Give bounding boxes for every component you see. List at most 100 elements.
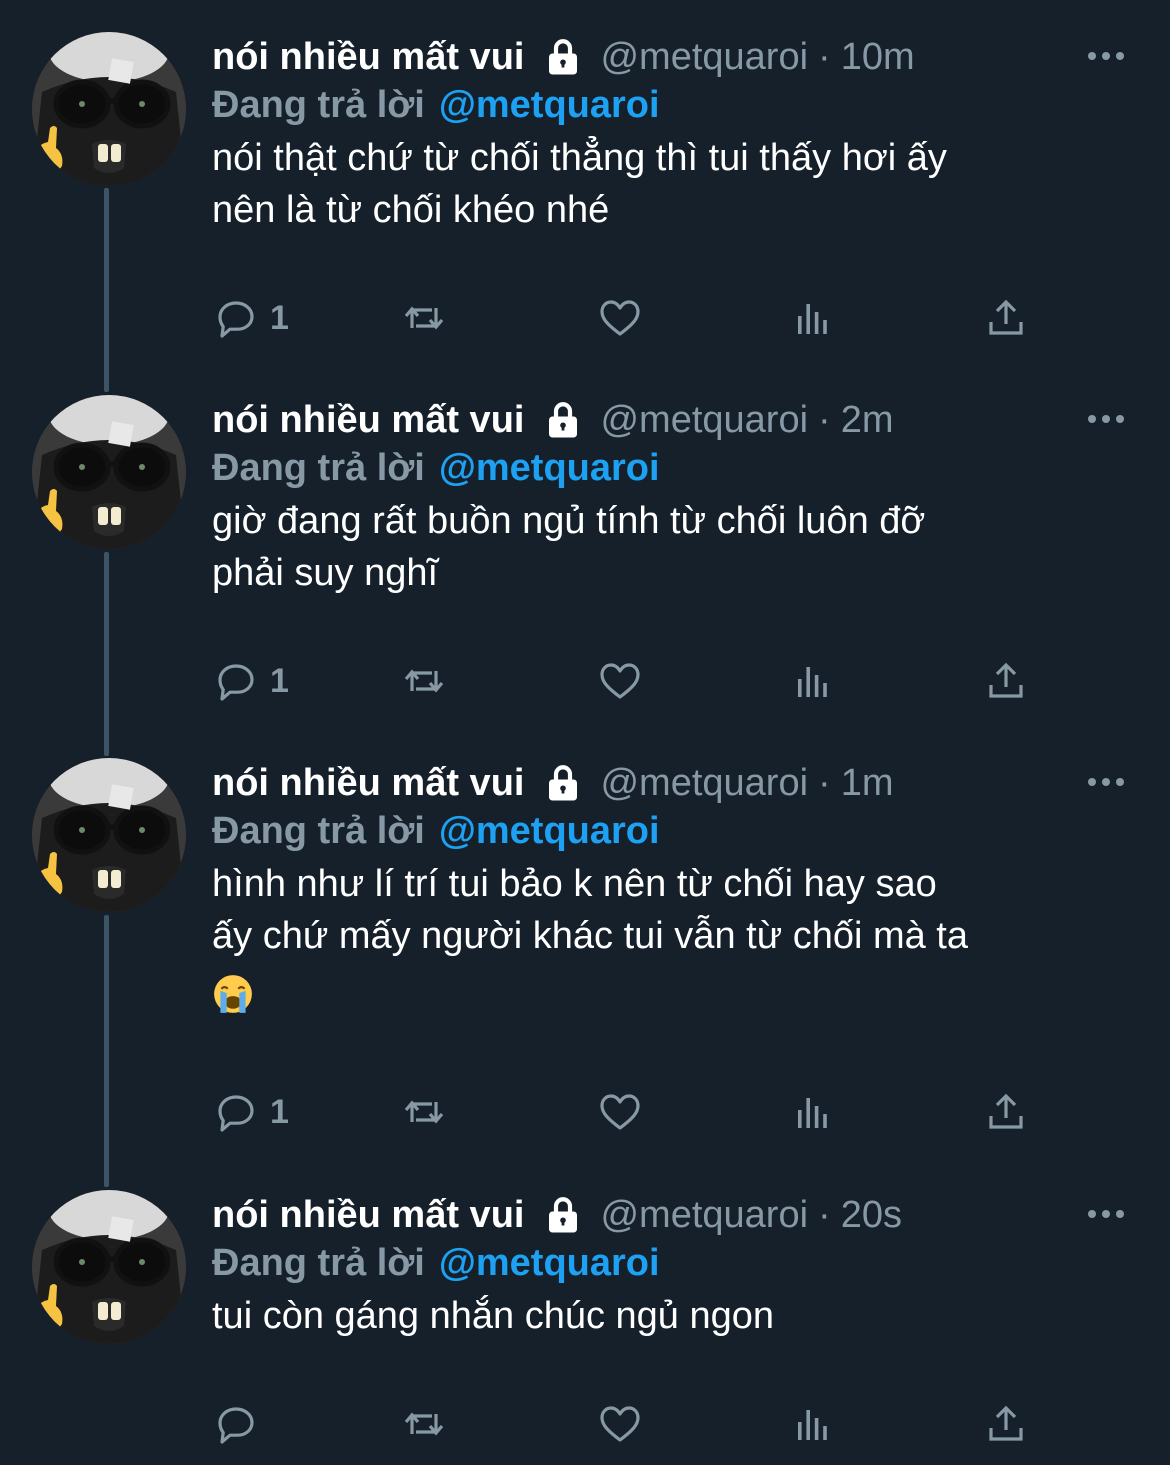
separator-dot: · [818, 398, 831, 441]
like-icon [596, 294, 644, 342]
tweet[interactable]: nói nhiều mất vui @metquaroi · 20s Đang trả … [0, 1190, 1170, 1456]
analytics-button[interactable] [788, 653, 836, 709]
tweet[interactable]: nói nhiều mất vui @metquaroi · 2m Đang trả l… [0, 395, 1170, 713]
display-name[interactable]: nói nhiều mất vui [212, 36, 524, 79]
tweet-text-line: phải suy nghĩ [212, 552, 439, 594]
tweet-actions [212, 1396, 1052, 1452]
reply-button[interactable] [212, 1396, 270, 1452]
share-button[interactable] [982, 290, 1030, 346]
tweet-text-line: giờ đang rất buồn ngủ tính từ chối luôn … [212, 500, 926, 542]
like-button[interactable] [596, 1084, 644, 1140]
lock-icon [542, 36, 584, 78]
analytics-button[interactable] [788, 1396, 836, 1452]
tweet-header: nói nhiều mất vui @metquaroi · 20s [212, 1190, 902, 1240]
tweet-actions: 1 [212, 653, 1052, 709]
analytics-button[interactable] [788, 290, 836, 346]
tweet[interactable]: nói nhiều mất vui @metquaroi · 10m Đang trả … [0, 32, 1170, 350]
replying-to: Đang trả lời @metquaroi [212, 806, 660, 856]
analytics-icon [788, 1088, 836, 1136]
tweet-header: nói nhiều mất vui @metquaroi · 2m [212, 395, 893, 445]
separator-dot: · [818, 1193, 831, 1236]
user-handle[interactable]: @metquaroi [600, 399, 808, 442]
reply-icon [212, 657, 260, 705]
share-icon [982, 294, 1030, 342]
tweet[interactable]: nói nhiều mất vui @metquaroi · 1m Đang trả l… [0, 758, 1170, 1144]
more-icon[interactable] [1086, 1202, 1126, 1226]
analytics-icon [788, 294, 836, 342]
avatar[interactable] [32, 32, 186, 186]
more-icon[interactable] [1086, 44, 1126, 68]
avatar[interactable] [32, 1190, 186, 1344]
user-handle[interactable]: @metquaroi [600, 762, 808, 805]
share-icon [982, 1400, 1030, 1448]
tweet-timestamp[interactable]: 10m [841, 36, 915, 79]
like-icon [596, 657, 644, 705]
tweet-actions: 1 [212, 290, 1052, 346]
like-icon [596, 1400, 644, 1448]
lock-icon [542, 1194, 584, 1236]
share-button[interactable] [982, 1084, 1030, 1140]
retweet-button[interactable] [400, 1084, 448, 1140]
tweet-timestamp[interactable]: 1m [841, 762, 894, 805]
retweet-button[interactable] [400, 290, 448, 346]
mention-link[interactable]: @metquaroi [439, 447, 660, 490]
retweet-icon [400, 1088, 448, 1136]
user-handle[interactable]: @metquaroi [600, 1194, 808, 1237]
mention-link[interactable]: @metquaroi [439, 810, 660, 853]
tweet-header: nói nhiều mất vui @metquaroi · 1m [212, 758, 893, 808]
reply-button[interactable]: 1 [212, 1084, 289, 1140]
reply-icon [212, 1088, 260, 1136]
tweet-timestamp[interactable]: 20s [841, 1194, 902, 1237]
lock-icon [542, 762, 584, 804]
retweet-button[interactable] [400, 1396, 448, 1452]
tweet-actions: 1 [212, 1084, 1052, 1140]
tweet-text-line: nên là từ chối khéo nhé [212, 189, 610, 231]
replying-label: Đang trả lời [212, 83, 425, 126]
tweet-text-line: tui còn gáng nhắn chúc ngủ ngon [212, 1295, 775, 1337]
share-icon [982, 657, 1030, 705]
replying-label: Đang trả lời [212, 809, 425, 852]
more-icon[interactable] [1086, 407, 1126, 431]
reply-count: 1 [270, 298, 289, 337]
retweet-icon [400, 657, 448, 705]
like-button[interactable] [596, 653, 644, 709]
replying-to: Đang trả lời @metquaroi [212, 80, 660, 130]
reply-icon [212, 294, 260, 342]
user-handle[interactable]: @metquaroi [600, 36, 808, 79]
display-name[interactable]: nói nhiều mất vui [212, 762, 524, 805]
replying-label: Đang trả lời [212, 1241, 425, 1284]
separator-dot: · [818, 761, 831, 804]
loudly-crying-face-icon [212, 973, 254, 1015]
share-button[interactable] [982, 653, 1030, 709]
more-icon[interactable] [1086, 770, 1126, 794]
reply-button[interactable]: 1 [212, 653, 289, 709]
avatar[interactable] [32, 395, 186, 549]
like-button[interactable] [596, 1396, 644, 1452]
share-button[interactable] [982, 1396, 1030, 1452]
reply-count: 1 [270, 1092, 289, 1131]
tweet-text: hình như lí trí tui bảo k nên từ chối ha… [212, 858, 1142, 1015]
tweet-timestamp[interactable]: 2m [841, 399, 894, 442]
analytics-icon [788, 1400, 836, 1448]
tweet-text-line: hình như lí trí tui bảo k nên từ chối ha… [212, 863, 937, 905]
replying-to: Đang trả lời @metquaroi [212, 443, 660, 493]
tweet-header: nói nhiều mất vui @metquaroi · 10m [212, 32, 915, 82]
reply-icon [212, 1400, 260, 1448]
like-button[interactable] [596, 290, 644, 346]
share-icon [982, 1088, 1030, 1136]
retweet-button[interactable] [400, 653, 448, 709]
display-name[interactable]: nói nhiều mất vui [212, 1194, 524, 1237]
mention-link[interactable]: @metquaroi [439, 1242, 660, 1285]
replying-to: Đang trả lời @metquaroi [212, 1238, 660, 1288]
lock-icon [542, 399, 584, 441]
display-name[interactable]: nói nhiều mất vui [212, 399, 524, 442]
tweet-text: tui còn gáng nhắn chúc ngủ ngon [212, 1290, 1142, 1342]
analytics-button[interactable] [788, 1084, 836, 1140]
avatar[interactable] [32, 758, 186, 912]
reply-count: 1 [270, 661, 289, 700]
tweet-text-line: ấy chứ mấy người khác tui vẫn từ chối mà… [212, 915, 968, 957]
tweet-text: nói thật chứ từ chối thẳng thì tui thấy … [212, 132, 1142, 236]
reply-button[interactable]: 1 [212, 290, 289, 346]
separator-dot: · [818, 35, 831, 78]
mention-link[interactable]: @metquaroi [439, 84, 660, 127]
